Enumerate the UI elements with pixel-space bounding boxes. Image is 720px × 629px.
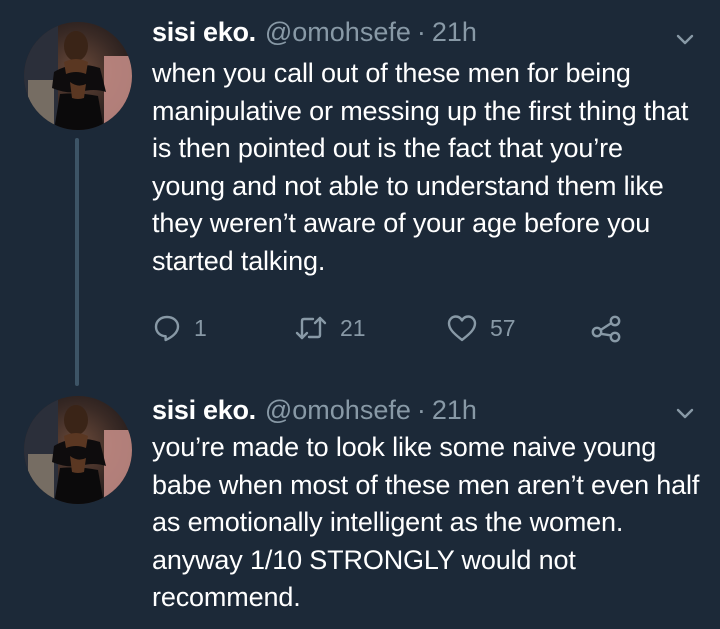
timestamp[interactable]: 21h [432, 14, 477, 50]
tweet[interactable]: sisi eko. @omohsefe · 21h when you call … [0, 0, 720, 388]
tweet-actions: 1 21 57 [152, 308, 672, 348]
author-handle[interactable]: @omohsefe [265, 392, 411, 428]
tweet-text: you’re made to look like some naive youn… [152, 432, 700, 612]
reply-icon [152, 313, 182, 343]
retweet-count: 21 [340, 314, 366, 341]
separator: · [416, 395, 426, 425]
like-button[interactable]: 57 [446, 308, 516, 348]
author-handle[interactable]: @omohsefe [265, 14, 411, 50]
chevron-down-icon[interactable] [674, 28, 696, 50]
author-name[interactable]: sisi eko. [152, 14, 256, 50]
heart-icon [446, 313, 478, 343]
tweet-text: when you call out of these men for being… [152, 58, 689, 276]
avatar[interactable] [24, 396, 132, 504]
timestamp[interactable]: 21h [432, 392, 477, 428]
share-button[interactable] [590, 308, 622, 348]
retweet-button[interactable]: 21 [294, 308, 366, 348]
separator: · [416, 17, 426, 47]
retweet-icon [294, 313, 328, 343]
avatar[interactable] [24, 22, 132, 130]
tweet[interactable]: sisi eko. @omohsefe · 21h you’re made to… [0, 388, 720, 629]
reply-count: 1 [194, 314, 207, 341]
thread-line [75, 138, 79, 386]
reply-button[interactable]: 1 [152, 308, 207, 348]
tweet-header: sisi eko. @omohsefe · 21h [152, 392, 477, 428]
share-icon [590, 313, 622, 343]
chevron-down-icon[interactable] [674, 402, 696, 424]
tweet-header: sisi eko. @omohsefe · 21h [152, 14, 477, 50]
author-name[interactable]: sisi eko. [152, 392, 256, 428]
like-count: 57 [490, 314, 516, 341]
